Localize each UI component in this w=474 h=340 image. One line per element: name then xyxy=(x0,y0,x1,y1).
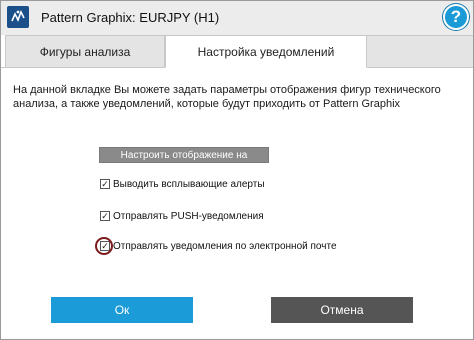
checkbox-row-popup-alerts[interactable]: ✓ Выводить всплывающие алерты xyxy=(100,177,265,191)
tab-bar: Фигуры анализа Настройка уведомлений xyxy=(1,35,473,68)
push-notifications-checkbox[interactable]: ✓ xyxy=(100,211,110,221)
tab-description: На данной вкладке Вы можете задать парам… xyxy=(13,84,441,110)
popup-alerts-checkbox[interactable]: ✓ xyxy=(100,179,110,189)
checkbox-row-push-notifications[interactable]: ✓ Отправлять PUSH-уведомления xyxy=(100,209,264,223)
dialog-window: Pattern Graphix: EURJPY (H1) ? Фигуры ан… xyxy=(0,0,474,340)
title-bar: Pattern Graphix: EURJPY (H1) ? xyxy=(1,1,473,35)
help-icon[interactable]: ? xyxy=(443,4,469,30)
tab-bar-filler xyxy=(367,35,473,67)
push-notifications-label: Отправлять PUSH-уведомления xyxy=(113,210,264,222)
app-logo-icon xyxy=(7,6,29,28)
wave-icon xyxy=(11,10,25,22)
tab-analysis-figures[interactable]: Фигуры анализа xyxy=(5,35,165,67)
email-notifications-label: Отправлять уведомления по электронной по… xyxy=(113,240,337,252)
configure-display-button[interactable]: Настроить отображение на графике... xyxy=(99,147,269,177)
window-title: Pattern Graphix: EURJPY (H1) xyxy=(41,10,220,25)
highlight-ring-annotation xyxy=(95,237,113,255)
tab-notification-settings[interactable]: Настройка уведомлений xyxy=(165,35,367,68)
checkbox-row-email-notifications[interactable]: ✓ Отправлять уведомления по электронной … xyxy=(100,239,337,253)
cancel-button[interactable]: Отмена xyxy=(271,297,413,323)
ok-button[interactable]: Ок xyxy=(51,297,193,323)
popup-alerts-label: Выводить всплывающие алерты xyxy=(113,178,265,190)
